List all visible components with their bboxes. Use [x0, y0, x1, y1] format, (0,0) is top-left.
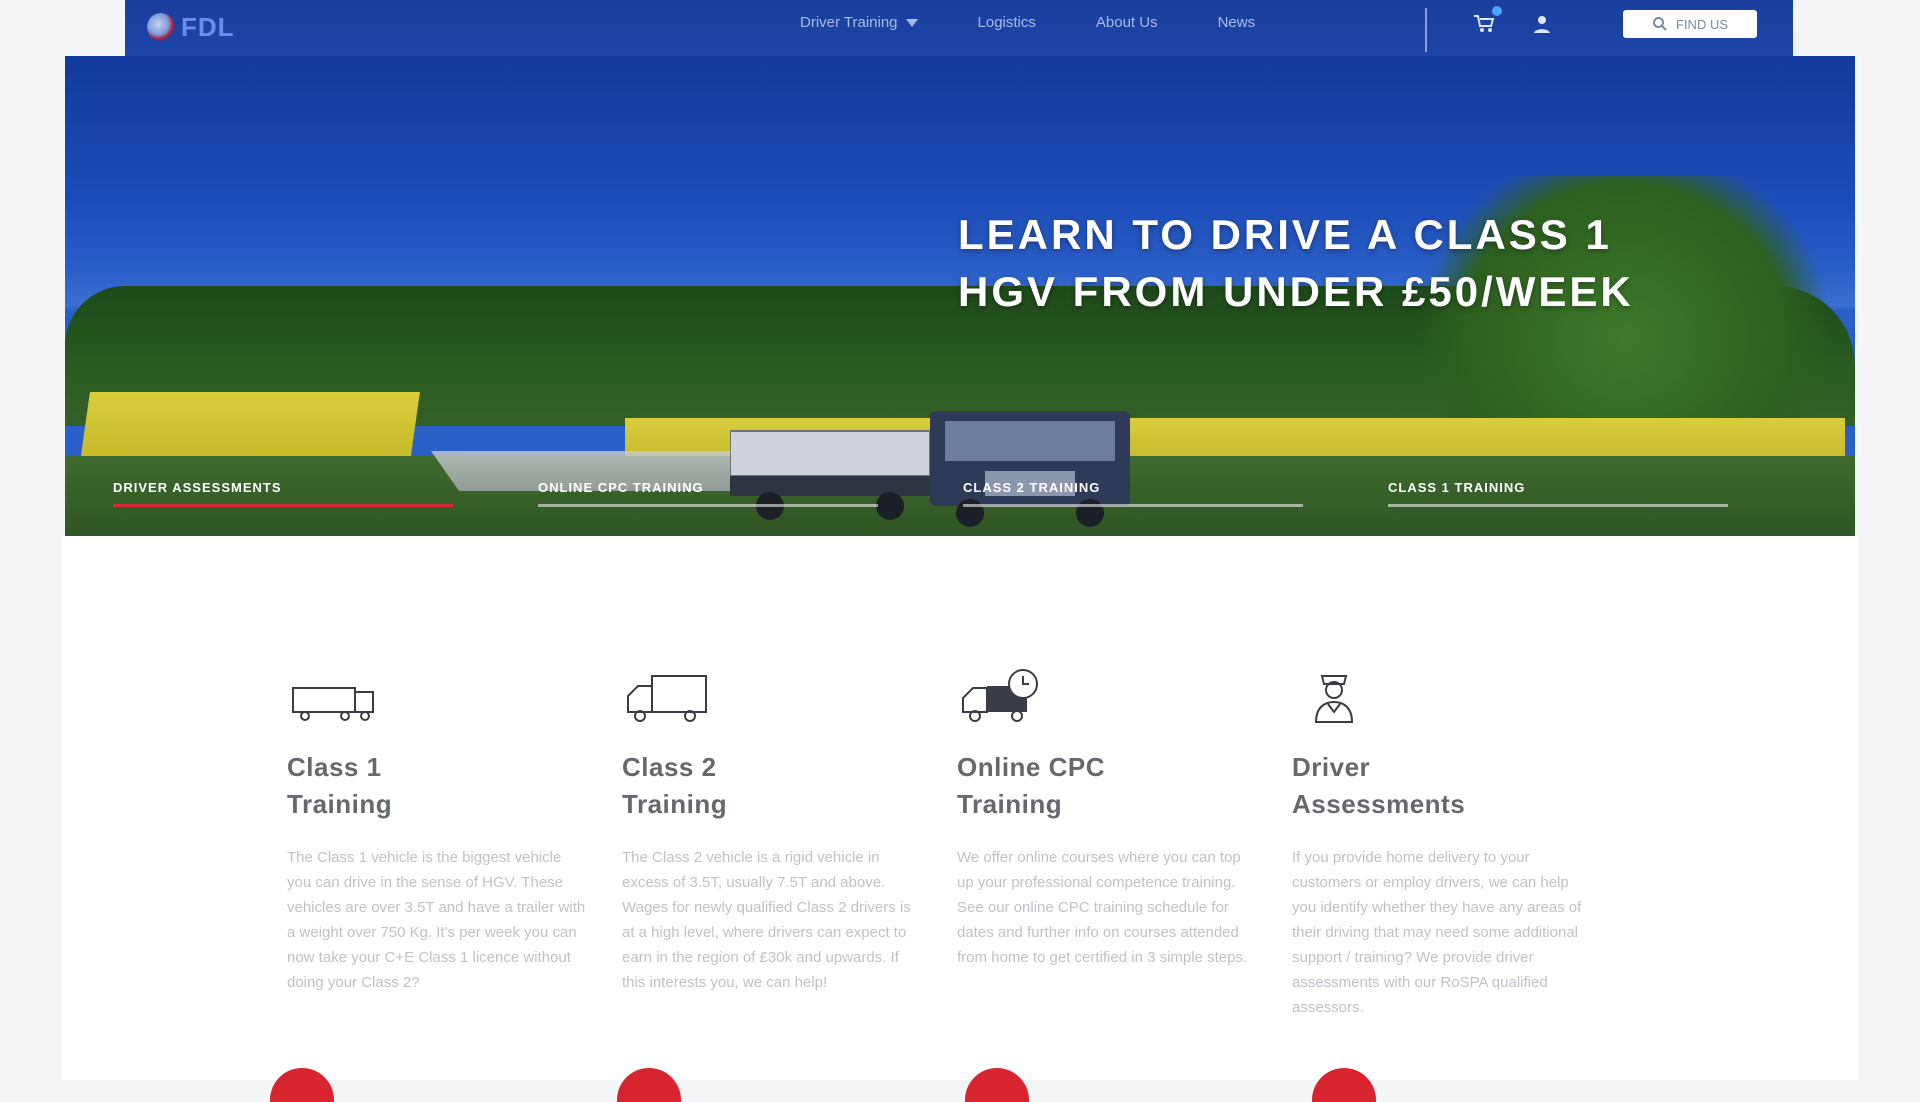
- tab-driver-assessments[interactable]: DRIVER ASSESSMENTS: [93, 474, 518, 514]
- site-header: FDL Driver Training Logistics About Us N…: [125, 0, 1793, 58]
- tab-progress-bar: [963, 504, 1303, 507]
- articulated-truck-icon: [292, 687, 374, 721]
- find-us-button[interactable]: FIND US: [1623, 10, 1757, 38]
- tab-class-2-training[interactable]: CLASS 2 TRAINING: [943, 474, 1368, 514]
- service-card-driver-assessments[interactable]: Driver Assessments If you provide home d…: [1292, 666, 1592, 1020]
- nav-item-label: About Us: [1095, 14, 1158, 31]
- service-card-class-2[interactable]: Class 2 Training The Class 2 vehicle is …: [622, 666, 922, 995]
- card-description: We offer online courses where you can to…: [957, 849, 1248, 966]
- tab-progress-bar: [1388, 504, 1728, 507]
- service-card-class-1[interactable]: Class 1 Training The Class 1 vehicle is …: [287, 666, 587, 995]
- find-us-label: FIND US: [1676, 16, 1728, 32]
- card-description: If you provide home delivery to your cus…: [1292, 849, 1582, 1016]
- nav-about-us[interactable]: About Us: [1096, 14, 1158, 31]
- card-button-partial[interactable]: [617, 1068, 681, 1102]
- card-title-line: Assessments: [1292, 789, 1466, 819]
- search-icon: [1653, 17, 1667, 31]
- nav-divider: [1425, 8, 1427, 52]
- card-title-line: Training: [622, 789, 728, 819]
- user-icon: [1534, 16, 1550, 33]
- account-button[interactable]: [1530, 12, 1554, 36]
- card-title: Class 1 Training: [287, 749, 587, 823]
- card-button-partial[interactable]: [965, 1068, 1029, 1102]
- card-title-line: Class 1: [287, 752, 382, 782]
- nav-driver-training[interactable]: Driver Training: [800, 14, 918, 31]
- nav-item-label: News: [1217, 14, 1256, 31]
- tab-label: DRIVER ASSESSMENTS: [113, 480, 282, 495]
- tab-online-cpc-training[interactable]: ONLINE CPC TRAINING: [518, 474, 943, 514]
- card-title: Driver Assessments: [1292, 749, 1592, 823]
- nav-logistics[interactable]: Logistics: [978, 14, 1036, 31]
- chevron-down-icon: [905, 18, 918, 27]
- nav-news[interactable]: News: [1218, 14, 1256, 31]
- hero-banner: LEARN TO DRIVE A CLASS 1 HGV FROM UNDER …: [65, 56, 1855, 536]
- cart-icon: [1474, 15, 1495, 32]
- cart-badge: [1492, 6, 1502, 16]
- card-title: Online CPC Training: [957, 749, 1257, 823]
- card-button-partial[interactable]: [270, 1068, 334, 1102]
- cart-button[interactable]: [1472, 6, 1502, 36]
- driver-assessor-icon: [1314, 675, 1354, 723]
- main-nav: Driver Training Logistics About Us News: [800, 14, 1255, 31]
- hero-slider-tabs: DRIVER ASSESSMENTS ONLINE CPC TRAINING C…: [93, 474, 1793, 514]
- card-title-line: Online CPC: [957, 752, 1106, 782]
- card-description: The Class 2 vehicle is a rigid vehicle i…: [622, 849, 911, 991]
- truck-clock-icon: [962, 669, 1038, 722]
- site-logo[interactable]: FDL: [147, 10, 235, 44]
- logo-text: FDL: [181, 11, 235, 42]
- card-title-line: Driver: [1292, 752, 1371, 782]
- card-button-partial[interactable]: [1312, 1068, 1376, 1102]
- tab-class-1-training[interactable]: CLASS 1 TRAINING: [1368, 474, 1793, 514]
- tab-label: CLASS 1 TRAINING: [1388, 480, 1526, 495]
- card-title: Class 2 Training: [622, 749, 922, 823]
- page: FDL Driver Training Logistics About Us N…: [0, 0, 1920, 1102]
- tab-label: CLASS 2 TRAINING: [963, 480, 1101, 495]
- logo-emblem-icon: [147, 13, 175, 41]
- service-card-online-cpc[interactable]: Online CPC Training We offer online cour…: [957, 666, 1257, 970]
- tab-progress-bar: [113, 504, 453, 507]
- services-section: Class 1 Training The Class 1 vehicle is …: [62, 536, 1858, 1102]
- tab-label: ONLINE CPC TRAINING: [538, 480, 704, 495]
- nav-item-label: Logistics: [977, 14, 1036, 31]
- tab-progress-bar: [538, 504, 878, 507]
- hero-headline: LEARN TO DRIVE A CLASS 1 HGV FROM UNDER …: [958, 211, 1634, 315]
- rigid-truck-icon: [627, 675, 707, 722]
- rapeseed-field-image: [80, 392, 420, 462]
- card-title-line: Training: [957, 789, 1063, 819]
- card-title-line: Training: [287, 789, 393, 819]
- card-title-line: Class 2: [622, 752, 717, 782]
- card-description: The Class 1 vehicle is the biggest vehic…: [287, 849, 586, 991]
- nav-item-label: Driver Training: [800, 14, 898, 31]
